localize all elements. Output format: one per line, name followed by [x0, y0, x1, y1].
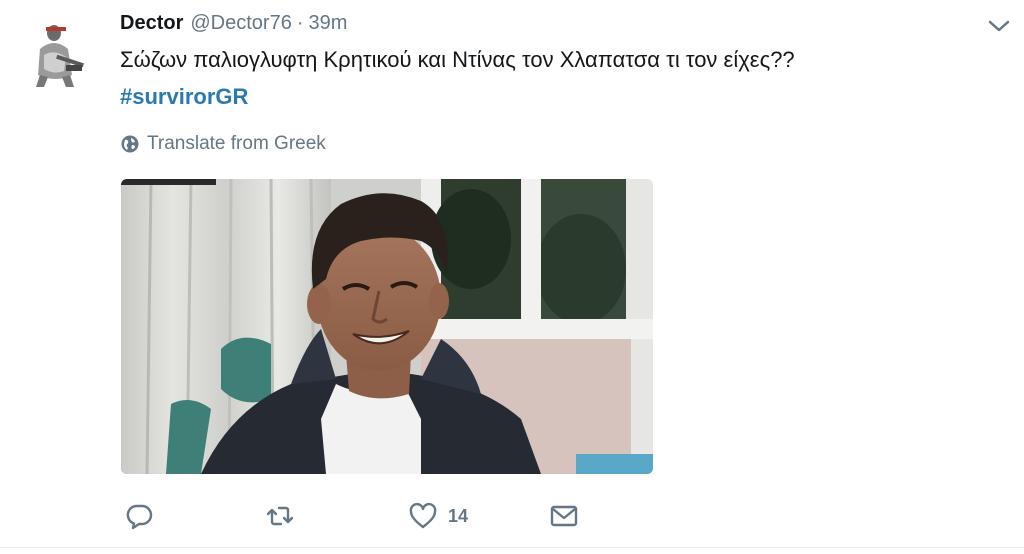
heart-icon [409, 502, 437, 529]
direct-message-button[interactable] [549, 496, 579, 536]
retweet-icon [266, 506, 294, 526]
translate-label: Translate from Greek [147, 133, 326, 154]
tweet-timestamp[interactable]: 39m [309, 12, 348, 35]
author-name[interactable]: Dector [120, 12, 183, 35]
tweet-media-gif[interactable] [121, 179, 653, 474]
tweet-header: Dector @Dector76 · 39m [120, 12, 347, 38]
avatar-image [26, 19, 92, 89]
tweet-text: Σώζων παλιογλυφτη Κρητικού και Ντίνας το… [120, 47, 795, 72]
like-button[interactable]: 14 [408, 496, 468, 536]
envelope-icon [550, 505, 578, 527]
tweet-actions: 14 [0, 496, 1024, 536]
retweet-button[interactable] [265, 496, 295, 536]
author-handle[interactable]: @Dector76 [190, 12, 291, 35]
reply-icon [126, 504, 153, 530]
like-count: 14 [448, 505, 469, 526]
avatar[interactable] [26, 19, 92, 89]
media-image [121, 179, 653, 474]
reply-button[interactable] [124, 496, 154, 536]
chevron-down-icon[interactable] [987, 17, 1011, 35]
tweet[interactable]: Dector @Dector76 · 39m Σώζων παλιογλυφτη… [0, 0, 1024, 554]
globe-icon [121, 135, 139, 153]
separator-dot: · [296, 12, 304, 34]
divider [0, 547, 1024, 548]
translate-link[interactable]: Translate from Greek [121, 133, 326, 155]
hashtag-link[interactable]: #survirorGR [120, 84, 248, 110]
